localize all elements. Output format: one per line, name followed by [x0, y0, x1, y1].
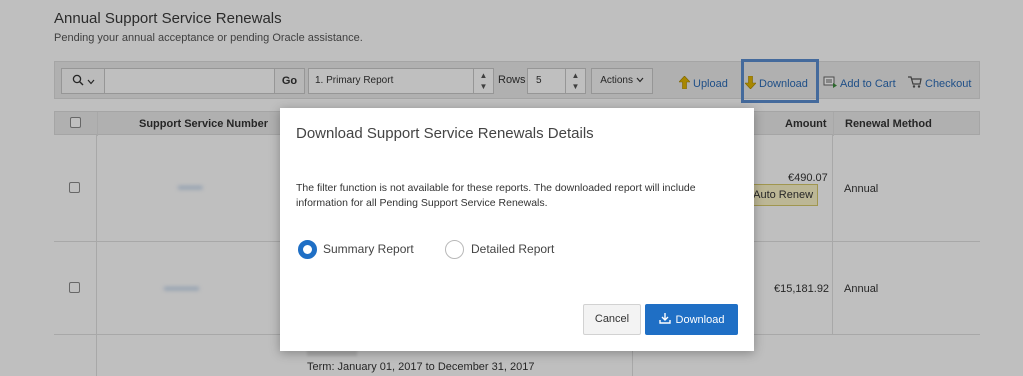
detailed-report-label[interactable]: Detailed Report: [471, 242, 554, 256]
summary-report-label[interactable]: Summary Report: [323, 242, 414, 256]
dialog-message: The filter function is not available for…: [296, 182, 696, 209]
detailed-report-radio[interactable]: [445, 240, 464, 259]
download-button-label: Download: [675, 313, 725, 326]
download-dialog: Download Support Service Renewals Detail…: [280, 108, 754, 351]
cancel-button[interactable]: Cancel: [583, 304, 641, 335]
download-icon: [658, 312, 671, 327]
summary-report-radio[interactable]: [298, 240, 317, 259]
dialog-title: Download Support Service Renewals Detail…: [296, 125, 594, 142]
download-button[interactable]: Download: [645, 304, 738, 335]
